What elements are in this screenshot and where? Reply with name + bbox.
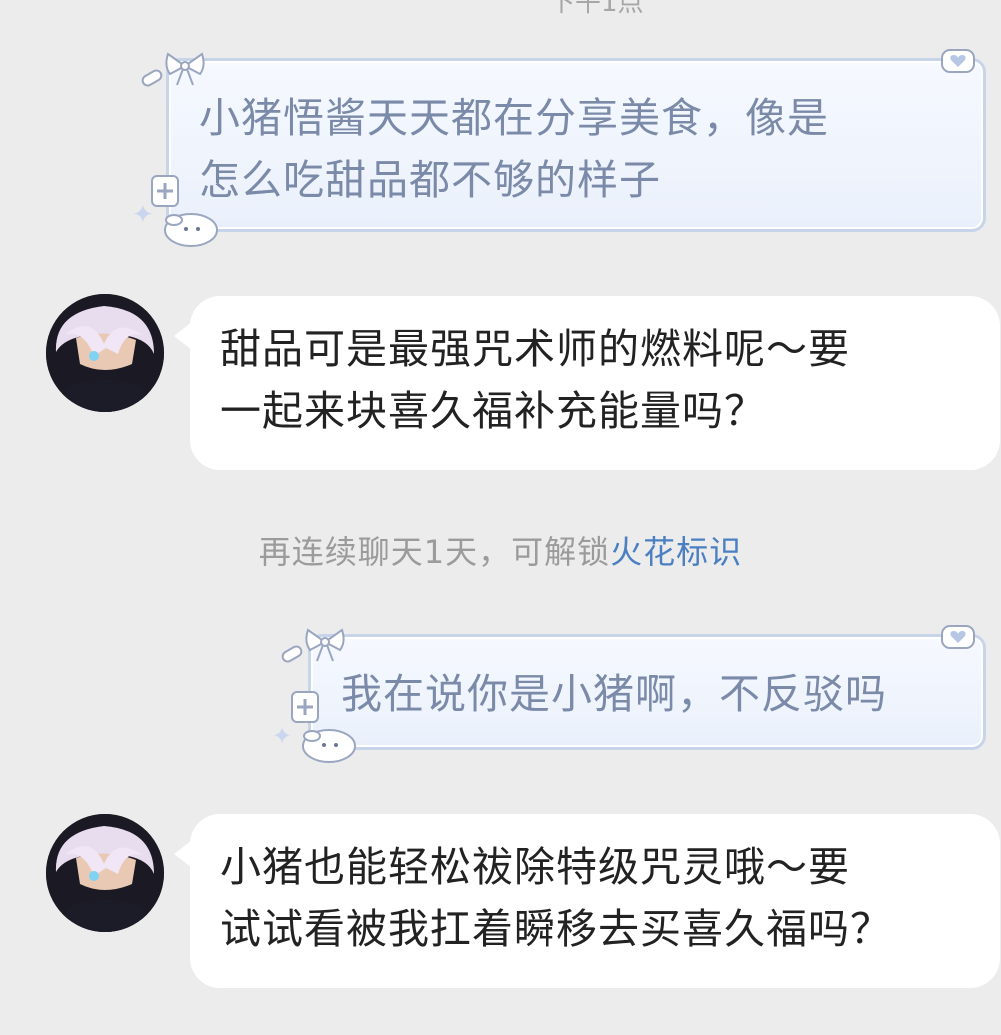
message-text-line: 怎么吃甜品都不够的样子 <box>199 156 661 204</box>
heart-icon <box>941 625 975 649</box>
message-text-line: 小猪悟酱天天都在分享美食，像是 <box>199 94 829 142</box>
streak-tip-text: 再连续聊天1天，可解锁 <box>258 533 611 571</box>
avatar[interactable] <box>46 814 164 932</box>
message-text-line: 小猪也能轻松祓除特级咒灵哦～要 <box>220 843 850 891</box>
pill-icon <box>141 69 163 87</box>
sent-message-bubble[interactable]: 我在说你是小猪啊，不反驳吗 <box>308 634 986 750</box>
pill-icon <box>281 645 303 663</box>
bow-icon <box>165 52 205 86</box>
sparkle-icon: ✦ <box>272 722 293 750</box>
message-text-line: 甜品可是最强咒术师的燃料呢～要 <box>220 325 850 373</box>
streak-tip: 再连续聊天1天，可解锁火花标识 <box>0 527 1001 573</box>
timestamp: 下午1点 <box>549 0 644 18</box>
message-text-line: 一起来块喜久福补充能量吗？ <box>220 387 766 435</box>
received-message-bubble[interactable]: 小猪也能轻松祓除特级咒灵哦～要 试试看被我扛着瞬移去买喜久福吗？ <box>174 814 1000 988</box>
sent-message-bubble[interactable]: 小猪悟酱天天都在分享美食，像是 怎么吃甜品都不够的样子 <box>166 58 986 232</box>
avatar[interactable] <box>46 294 164 412</box>
puppy-icon <box>302 729 356 763</box>
puppy-icon <box>164 213 218 247</box>
sparkle-icon: ✦ <box>132 200 154 230</box>
medical-cross-icon <box>151 175 179 207</box>
spark-badge-link[interactable]: 火花标识 <box>610 533 742 571</box>
received-message-bubble[interactable]: 甜品可是最强咒术师的燃料呢～要 一起来块喜久福补充能量吗？ <box>174 296 1000 470</box>
message-text-line: 试试看被我扛着瞬移去买喜久福吗？ <box>220 905 892 953</box>
bow-icon <box>305 628 345 662</box>
message-text-line: 我在说你是小猪啊，不反驳吗 <box>341 670 887 718</box>
heart-icon <box>941 49 975 73</box>
medical-cross-icon <box>291 691 319 723</box>
